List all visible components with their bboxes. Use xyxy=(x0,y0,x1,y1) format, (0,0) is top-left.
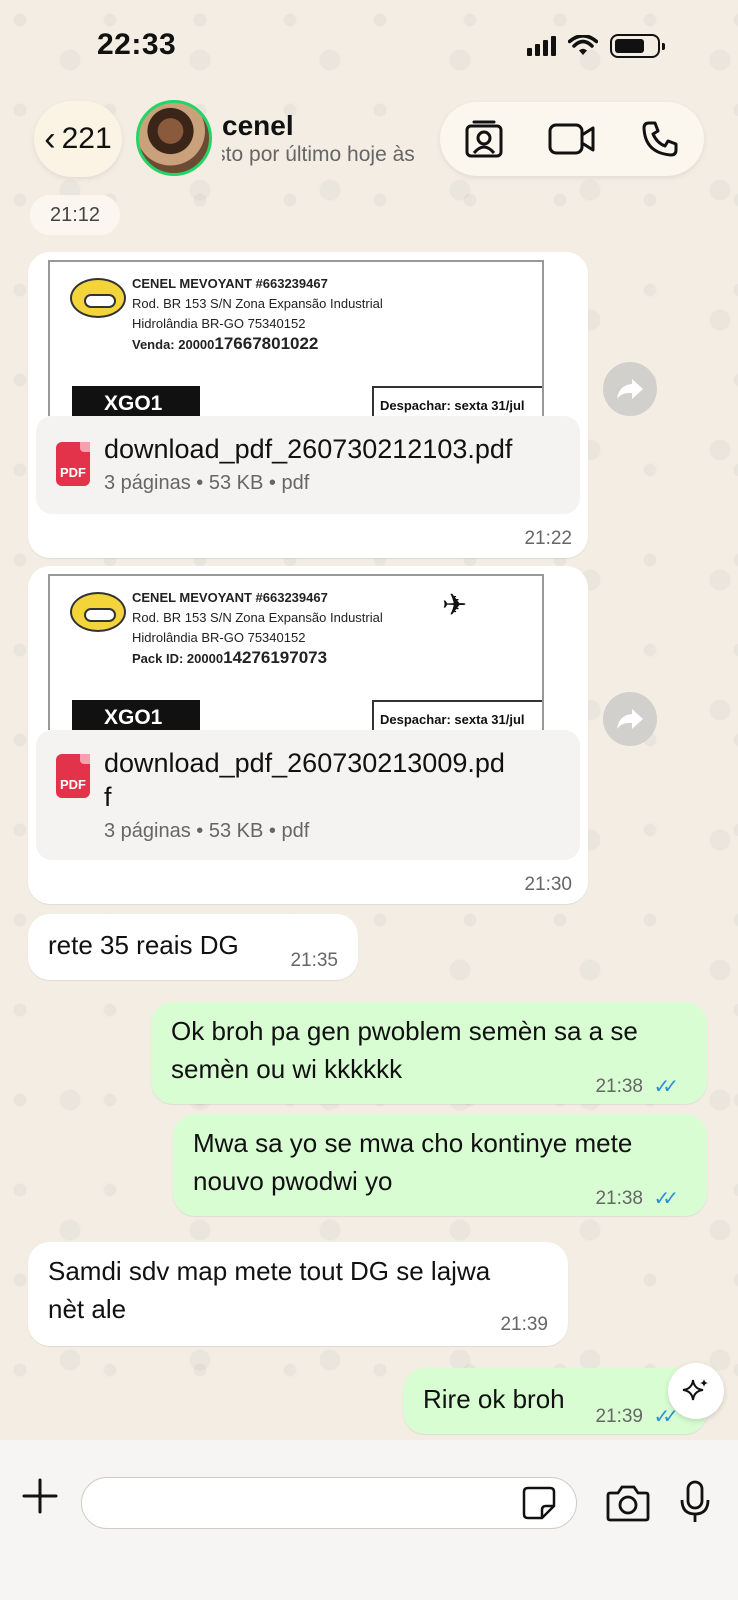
preview-despachar: Despachar: sexta 31/jul xyxy=(372,700,542,730)
mercado-livre-logo xyxy=(70,592,126,632)
file-meta: 3 páginas • 53 KB • pdf xyxy=(104,820,310,842)
message-time: 21:39 xyxy=(595,1406,643,1427)
battery-icon xyxy=(610,34,665,58)
voice-call-button[interactable] xyxy=(632,111,688,167)
contact-name[interactable]: cenel xyxy=(222,110,294,142)
header-actions xyxy=(440,102,704,176)
preview-line: Hidrolândia BR-GO 75340152 xyxy=(132,316,306,331)
mercado-livre-logo xyxy=(70,278,126,318)
message-text: Mwa sa yo se mwa cho kontinye mete nouvo… xyxy=(193,1128,633,1196)
phone-icon xyxy=(642,121,678,157)
message-time: 21:35 xyxy=(290,950,338,971)
file-info[interactable]: PDF download_pdf_260730213009.pd f 3 pág… xyxy=(36,730,580,860)
incoming-message[interactable]: Samdi sdv map mete tout DG se lajwa nèt … xyxy=(28,1242,568,1346)
wifi-icon xyxy=(568,35,598,55)
date-chip: 21:12 xyxy=(30,195,121,235)
preview-line: Hidrolândia BR-GO 75340152 xyxy=(132,630,306,645)
back-button[interactable]: ‹ 221 xyxy=(34,101,122,177)
document-message[interactable]: CENEL MEVOYANT #663239467 Rod. BR 153 S/… xyxy=(28,566,588,904)
preview-badge: XGO1 xyxy=(72,386,200,416)
contact-card-icon xyxy=(465,120,503,158)
contact-card-button[interactable] xyxy=(456,111,512,167)
message-input[interactable] xyxy=(81,1477,577,1529)
outgoing-message[interactable]: Mwa sa yo se mwa cho kontinye mete nouvo… xyxy=(173,1114,707,1216)
pdf-icon: PDF xyxy=(56,754,90,798)
preview-despachar: Despachar: sexta 31/jul xyxy=(372,386,542,416)
incoming-message[interactable]: rete 35 reais DG 21:35 xyxy=(28,914,358,980)
sticker-icon[interactable] xyxy=(522,1486,556,1520)
message-time: 21:39 xyxy=(500,1314,548,1335)
message-time: 21:30 xyxy=(524,874,572,895)
forward-button[interactable] xyxy=(603,362,657,416)
message-time: 21:38 xyxy=(595,1188,643,1209)
file-info[interactable]: PDF download_pdf_260730212103.pdf 3 pági… xyxy=(36,416,580,514)
file-name: download_pdf_260730213009.pd f xyxy=(104,748,505,812)
message-text: Samdi sdv map mete tout DG se lajwa nèt … xyxy=(48,1256,491,1324)
outgoing-message[interactable]: Rire ok broh 21:39 ✓✓ xyxy=(403,1368,707,1434)
message-text: Rire ok broh xyxy=(423,1384,565,1414)
message-time: 21:22 xyxy=(524,528,572,549)
preview-line: Rod. BR 153 S/N Zona Expansão Industrial xyxy=(132,610,383,625)
chevron-left-icon: ‹ xyxy=(44,119,56,158)
status-time: 22:33 xyxy=(97,28,177,61)
message-text: rete 35 reais DG xyxy=(48,930,239,960)
camera-icon[interactable] xyxy=(606,1484,650,1522)
unread-count: 221 xyxy=(61,122,112,155)
preview-badge: XGO1 xyxy=(72,700,200,730)
video-camera-icon xyxy=(548,123,595,155)
outgoing-message[interactable]: Ok broh pa gen pwoblem semèn sa a se sem… xyxy=(151,1002,707,1104)
preview-id-line: Pack ID: 2000014276197073 xyxy=(132,648,328,667)
cellular-signal-icon xyxy=(527,36,556,56)
message-text: Ok broh pa gen pwoblem semèn sa a se sem… xyxy=(171,1016,638,1084)
file-meta: 3 páginas • 53 KB • pdf xyxy=(104,472,310,494)
forward-icon xyxy=(617,379,643,399)
file-name: download_pdf_260730212103.pdf xyxy=(104,434,513,464)
contact-status: visto por último hoje às xyxy=(222,143,415,166)
read-receipt-icon: ✓✓ xyxy=(653,1406,678,1428)
preview-line: CENEL MEVOYANT #663239467 xyxy=(132,276,328,291)
forward-icon xyxy=(617,709,643,729)
message-time: 21:38 xyxy=(595,1076,643,1097)
plus-icon[interactable] xyxy=(22,1478,58,1514)
preview-line: Rod. BR 153 S/N Zona Expansão Industrial xyxy=(132,296,383,311)
video-call-button[interactable] xyxy=(544,111,600,167)
status-icons xyxy=(527,34,665,58)
document-message[interactable]: CENEL MEVOYANT #663239467 Rod. BR 153 S/… xyxy=(28,252,588,558)
read-receipt-icon: ✓✓ xyxy=(653,1188,678,1210)
avatar[interactable] xyxy=(136,100,212,176)
preview-line: CENEL MEVOYANT #663239467 xyxy=(132,590,328,605)
sparkle-icon xyxy=(682,1379,708,1401)
forward-button[interactable] xyxy=(603,692,657,746)
pdf-icon: PDF xyxy=(56,442,90,486)
document-preview[interactable]: CENEL MEVOYANT #663239467 Rod. BR 153 S/… xyxy=(48,574,544,730)
meta-ai-button[interactable] xyxy=(668,1363,724,1419)
microphone-icon[interactable] xyxy=(680,1480,710,1524)
read-receipt-icon: ✓✓ xyxy=(653,1076,678,1098)
document-preview[interactable]: CENEL MEVOYANT #663239467 Rod. BR 153 S/… xyxy=(48,260,544,416)
airplane-icon: ✈ xyxy=(442,589,468,622)
preview-id-line: Venda: 2000017667801022 xyxy=(132,334,319,353)
